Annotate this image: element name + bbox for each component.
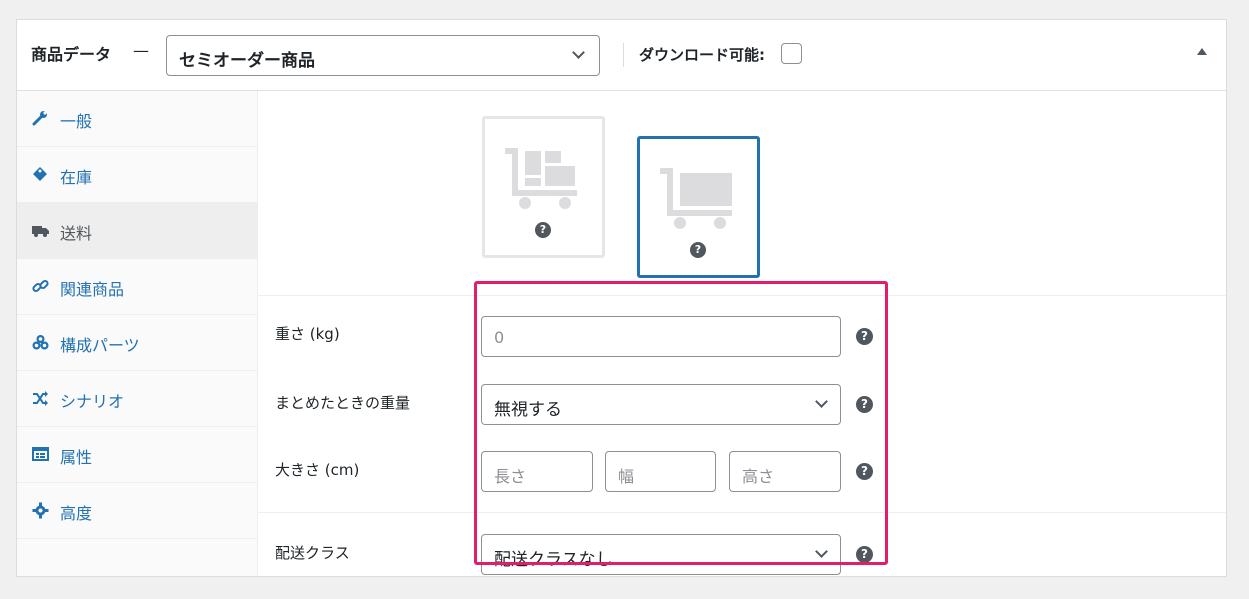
tab-label: 在庫: [60, 168, 93, 187]
product-data-tabs: 一般 在庫 送料 関連商品 構成パーツ シナリオ 属性 高度: [17, 91, 258, 576]
dimensions-label: 大きさ (cm): [275, 461, 360, 479]
link-icon: [32, 278, 49, 295]
tab-components[interactable]: 構成パーツ: [17, 315, 258, 371]
help-icon[interactable]: ?: [856, 463, 873, 480]
help-icon[interactable]: ?: [856, 396, 873, 413]
section-divider: [258, 512, 1226, 513]
length-input[interactable]: 長さ: [481, 451, 593, 492]
cart-box-icon: [658, 165, 738, 235]
weight-placeholder: 0: [494, 328, 505, 347]
list-card-icon: [32, 446, 49, 463]
header-divider: [623, 43, 624, 67]
tab-linked-products[interactable]: 関連商品: [17, 259, 258, 315]
shipping-class-select[interactable]: 配送クラスなし: [481, 534, 841, 575]
help-icon[interactable]: ?: [856, 328, 873, 345]
help-icon[interactable]: ?: [856, 546, 873, 563]
chevron-down-icon: [572, 46, 585, 59]
wrench-icon: [32, 110, 49, 127]
chevron-down-icon: [815, 545, 828, 558]
shipping-mode-option-box[interactable]: ?: [637, 136, 760, 278]
downloadable-checkbox[interactable]: [781, 43, 802, 64]
gear-icon: [32, 502, 49, 519]
tab-label: 一般: [60, 112, 93, 131]
title-dash: —: [133, 41, 149, 60]
height-placeholder: 高さ: [742, 467, 775, 486]
length-placeholder: 長さ: [494, 467, 527, 486]
collapse-toggle-icon[interactable]: [1197, 48, 1207, 55]
tab-attributes[interactable]: 属性: [17, 427, 258, 483]
help-icon[interactable]: ?: [690, 242, 706, 258]
tab-advanced[interactable]: 高度: [17, 483, 258, 539]
height-input[interactable]: 高さ: [729, 451, 841, 492]
downloadable-label: ダウンロード可能:: [639, 46, 765, 64]
tab-general[interactable]: 一般: [17, 91, 258, 147]
product-type-value: セミオーダー商品: [179, 51, 315, 71]
cart-parts-icon: [503, 145, 583, 215]
panel-header: 商品データ — セミオーダー商品 ダウンロード可能:: [17, 20, 1226, 91]
width-placeholder: 幅: [618, 467, 635, 486]
product-data-panel: 商品データ — セミオーダー商品 ダウンロード可能: 一般 在庫 送料 関連商品…: [16, 19, 1227, 577]
tab-inventory[interactable]: 在庫: [17, 147, 258, 203]
aggregate-weight-value: 無視する: [494, 400, 562, 420]
tab-label: 送料: [60, 224, 93, 243]
chevron-down-icon: [815, 395, 828, 408]
weight-label: 重さ (kg): [275, 325, 340, 343]
shipping-panel: ? ? 重さ (kg) 0 ? まとめたときの重量 無視する ? 大きさ (cm…: [258, 91, 1226, 576]
tab-shipping[interactable]: 送料: [17, 203, 258, 259]
tab-label: 構成パーツ: [60, 336, 140, 355]
cubes-icon: [32, 334, 49, 351]
panel-title: 商品データ: [31, 45, 112, 64]
shipping-class-label: 配送クラス: [275, 544, 350, 562]
truck-icon: [32, 222, 49, 239]
tag-icon: [32, 166, 49, 183]
width-input[interactable]: 幅: [605, 451, 716, 492]
product-type-select[interactable]: セミオーダー商品: [166, 35, 600, 76]
section-divider: [258, 295, 1226, 296]
shipping-class-value: 配送クラスなし: [494, 550, 613, 570]
aggregate-weight-label: まとめたときの重量: [275, 394, 411, 412]
tab-label: 関連商品: [60, 280, 125, 299]
shuffle-icon: [32, 390, 49, 407]
tab-scenarios[interactable]: シナリオ: [17, 371, 258, 427]
tab-label: 属性: [60, 448, 93, 467]
weight-input[interactable]: 0: [481, 316, 841, 357]
shipping-mode-option-parts[interactable]: ?: [482, 116, 605, 258]
help-icon[interactable]: ?: [535, 222, 551, 238]
aggregate-weight-select[interactable]: 無視する: [481, 384, 841, 425]
tab-label: 高度: [60, 504, 93, 523]
tab-label: シナリオ: [60, 392, 125, 411]
